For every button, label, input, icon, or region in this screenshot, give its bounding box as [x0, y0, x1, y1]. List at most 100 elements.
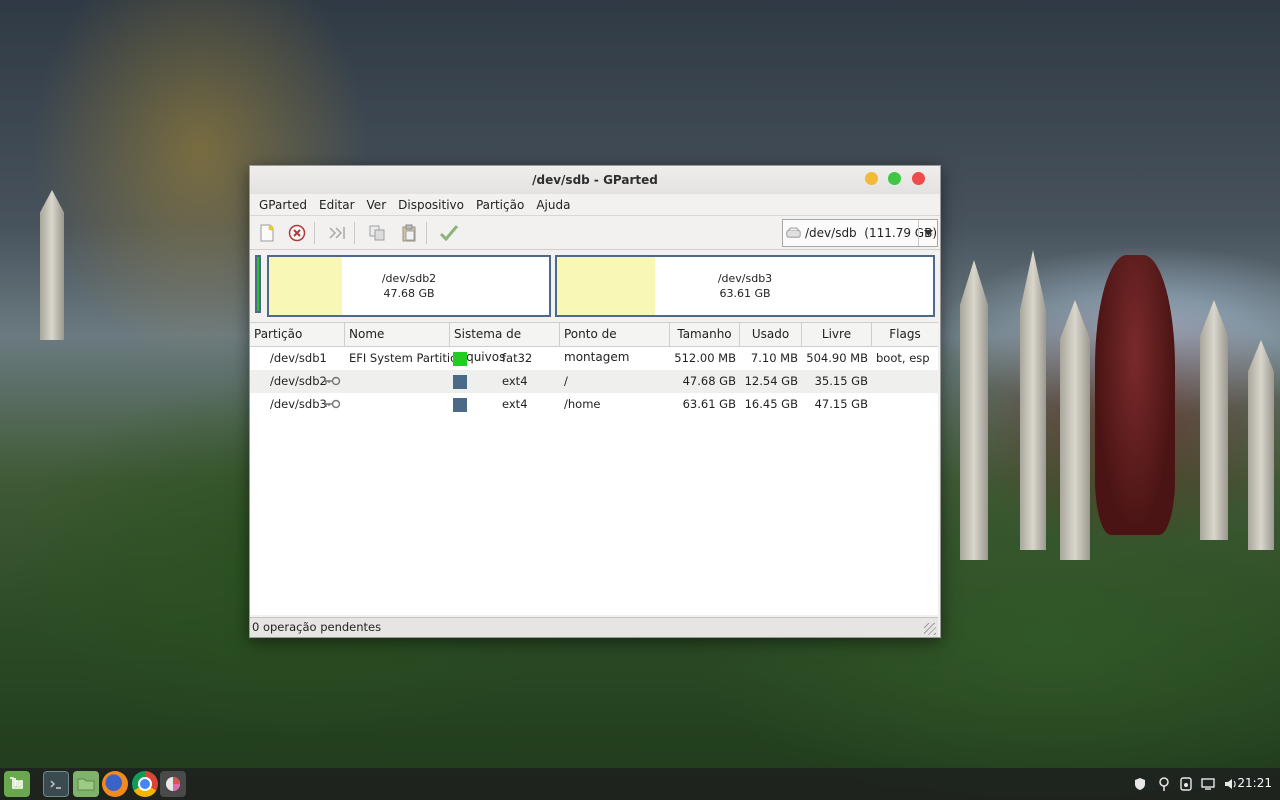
title-bar[interactable]: /dev/sdb - GParted — [250, 166, 940, 194]
close-button[interactable] — [912, 172, 925, 185]
lock-key-icon — [324, 399, 341, 409]
menu-particao[interactable]: Partição — [470, 198, 530, 212]
menu-icon[interactable] — [4, 771, 30, 797]
copy-button[interactable] — [366, 222, 388, 244]
location-icon[interactable] — [1156, 776, 1172, 792]
shield-icon[interactable] — [1132, 776, 1148, 792]
partition-visual-name: /dev/sdb2 — [381, 272, 437, 285]
terminal-icon[interactable] — [43, 771, 69, 797]
resize-icon — [329, 227, 345, 239]
gparted-window: /dev/sdb - GParted GParted Editar Ver Di… — [249, 165, 941, 638]
cell-used: 7.10 MB — [750, 351, 798, 365]
partition-visual-sdb2[interactable]: /dev/sdb2 47.68 GB — [267, 255, 551, 317]
toolbar-separator — [354, 222, 355, 244]
cell-filesystem: fat32 — [502, 351, 533, 365]
table-row[interactable]: /dev/sdb1 EFI System Partition fat32 512… — [250, 347, 938, 370]
column-header-sistema[interactable]: Sistema de arquivos — [450, 323, 560, 364]
copy-icon — [369, 225, 385, 241]
cell-size: 512.00 MB — [674, 351, 736, 365]
cell-partition: /dev/sdb2 — [270, 374, 327, 388]
menu-ajuda[interactable]: Ajuda — [530, 198, 576, 212]
partition-visual-size: 47.68 GB — [383, 287, 435, 300]
cell-partition: /dev/sdb3 — [270, 397, 327, 411]
cell-free: 47.15 GB — [814, 397, 868, 411]
menu-editar[interactable]: Editar — [313, 198, 361, 212]
cell-flags: boot, esp — [876, 351, 930, 365]
table-row[interactable]: /dev/sdb2 ext4 / 47.68 GB 12.54 GB 35.15… — [250, 370, 938, 393]
column-header-usado[interactable]: Usado — [740, 323, 802, 346]
cell-filesystem: ext4 — [502, 397, 528, 411]
device-selector[interactable]: /dev/sdb (111.79 GB) — [782, 219, 938, 247]
cell-used: 12.54 GB — [744, 374, 798, 388]
cell-free: 35.15 GB — [814, 374, 868, 388]
dropdown-arrow-icon[interactable] — [918, 220, 937, 246]
fence-stake — [1060, 300, 1090, 560]
column-header-livre[interactable]: Livre — [802, 323, 872, 346]
cell-size: 47.68 GB — [682, 374, 736, 388]
delete-partition-button[interactable] — [286, 222, 308, 244]
filesystem-color-swatch — [453, 375, 467, 389]
apply-button[interactable] — [438, 222, 460, 244]
cell-name: EFI System Partition — [349, 351, 465, 365]
column-header-montagem[interactable]: Ponto de montagem — [560, 323, 670, 364]
menu-bar: GParted Editar Ver Dispositivo Partição … — [250, 194, 940, 215]
delete-icon — [288, 224, 306, 242]
cell-mount: / — [564, 374, 568, 388]
partition-visual-sdb3[interactable]: /dev/sdb3 63.61 GB — [555, 255, 935, 317]
minimize-button[interactable] — [865, 172, 878, 185]
fence-stake — [40, 190, 64, 340]
display-icon[interactable] — [1200, 776, 1216, 792]
toolbar-separator — [426, 222, 427, 244]
disk-map: /dev/sdb2 47.68 GB /dev/sdb3 63.61 GB — [250, 250, 940, 318]
pending-operations-status: 0 operação pendentes — [252, 620, 382, 634]
status-bar: 0 operação pendentes — [250, 617, 938, 637]
chrome-icon[interactable] — [132, 771, 158, 797]
window-title: /dev/sdb - GParted — [532, 173, 658, 187]
resize-grip[interactable] — [924, 623, 936, 635]
new-partition-button[interactable] — [256, 222, 278, 244]
filesystem-color-swatch — [453, 352, 467, 366]
partition-visual-label: /dev/sdb2 47.68 GB — [269, 271, 549, 301]
drive-tray-icon[interactable] — [1178, 776, 1194, 792]
table-row[interactable]: /dev/sdb3 ext4 /home 63.61 GB 16.45 GB 4… — [250, 393, 938, 416]
paste-button[interactable] — [398, 222, 420, 244]
column-header-nome[interactable]: Nome — [345, 323, 450, 346]
wood-carving — [1095, 255, 1175, 535]
clock[interactable]: 21:21 — [1237, 776, 1272, 790]
gparted-icon[interactable] — [160, 771, 186, 797]
toolbar-separator — [314, 222, 315, 244]
drive-icon — [786, 227, 801, 238]
column-header-tamanho[interactable]: Tamanho — [670, 323, 740, 346]
maximize-button[interactable] — [888, 172, 901, 185]
menu-dispositivo[interactable]: Dispositivo — [392, 198, 470, 212]
taskbar: 21:21 — [0, 768, 1280, 800]
checkmark-icon — [439, 225, 459, 242]
new-document-icon — [260, 224, 274, 242]
partition-visual-sdb1[interactable] — [255, 255, 261, 313]
lock-key-icon — [324, 376, 341, 386]
column-header-flags[interactable]: Flags — [872, 323, 938, 346]
cell-filesystem: ext4 — [502, 374, 528, 388]
menu-ver[interactable]: Ver — [361, 198, 393, 212]
cell-used: 16.45 GB — [744, 397, 798, 411]
partition-visual-label: /dev/sdb3 63.61 GB — [557, 271, 933, 301]
resize-move-button[interactable] — [326, 222, 348, 244]
fence-stake — [1020, 250, 1046, 550]
partition-visual-size: 63.61 GB — [719, 287, 771, 300]
fence-stake — [1200, 300, 1228, 540]
filesystem-color-swatch — [453, 398, 467, 412]
fence-stake — [1248, 340, 1274, 550]
toolbar: /dev/sdb (111.79 GB) — [250, 215, 940, 250]
partition-table: Partição Nome Sistema de arquivos Ponto … — [250, 322, 938, 615]
cell-free: 504.90 MB — [806, 351, 868, 365]
cell-partition: /dev/sdb1 — [270, 351, 327, 365]
firefox-icon[interactable] — [102, 771, 128, 797]
table-header: Partição Nome Sistema de arquivos Ponto … — [250, 322, 938, 364]
column-header-particao[interactable]: Partição — [250, 323, 345, 346]
menu-gparted[interactable]: GParted — [253, 198, 313, 212]
cell-mount: /home — [564, 397, 601, 411]
files-icon[interactable] — [73, 771, 99, 797]
cell-size: 63.61 GB — [682, 397, 736, 411]
paste-icon — [402, 224, 416, 242]
fence-stake — [960, 260, 988, 560]
